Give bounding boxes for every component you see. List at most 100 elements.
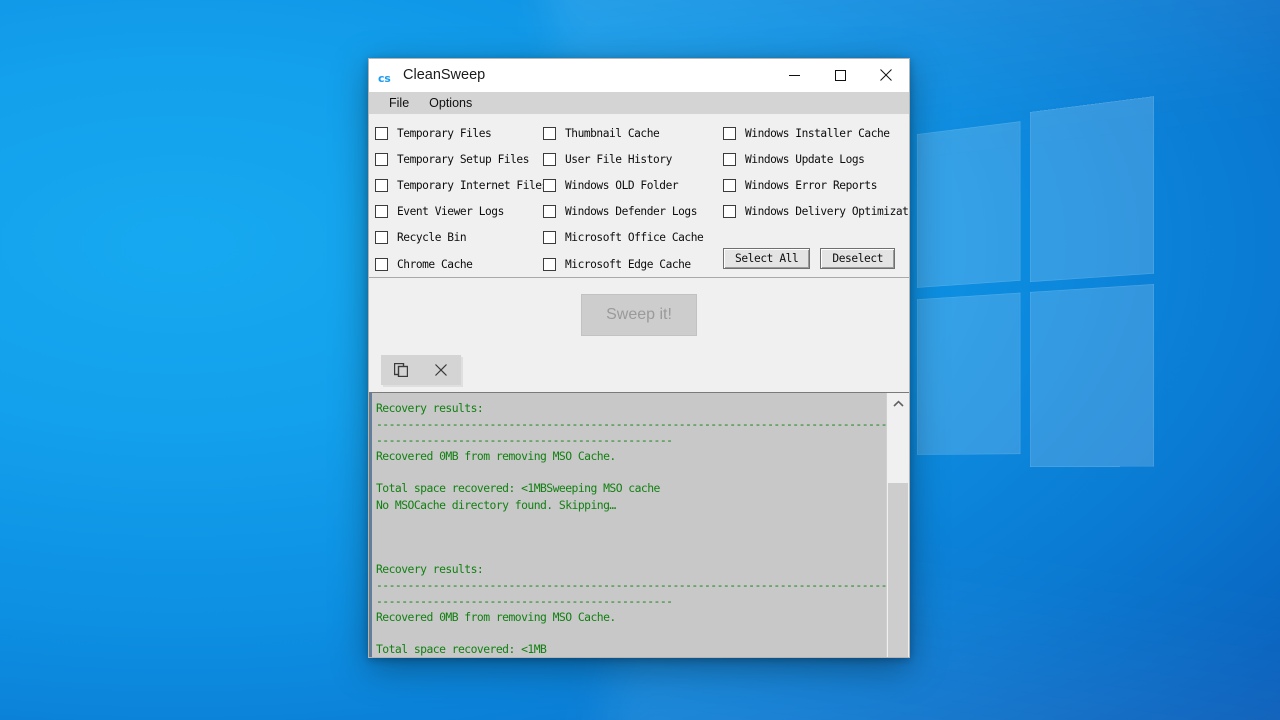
log-line: Recovery results: [376, 401, 484, 415]
scrollbar-track[interactable] [887, 415, 909, 657]
checkbox[interactable] [543, 126, 556, 140]
logo-pane [916, 121, 1021, 288]
option-label: Temporary Setup Files [397, 152, 529, 166]
logo-pane [1030, 284, 1154, 468]
option-windows-old-folder[interactable]: Windows OLD Folder [543, 172, 717, 198]
checkbox[interactable] [543, 178, 556, 192]
option-label: User File History [565, 152, 672, 166]
option-label: Windows Installer Cache [745, 126, 890, 140]
log-line: No MSOCache directory found. Skipping… [376, 497, 616, 512]
log-toolbar [381, 355, 461, 385]
scrollbar-thumb[interactable] [888, 483, 908, 657]
log-output[interactable]: Recovery results: ----------------------… [370, 393, 886, 657]
copy-log-button[interactable] [381, 355, 421, 385]
option-microsoft-edge-cache[interactable]: Microsoft Edge Cache [543, 251, 717, 277]
clear-log-button[interactable] [421, 355, 461, 385]
checkbox[interactable] [543, 231, 556, 245]
option-label: Microsoft Edge Cache [565, 257, 691, 271]
option-user-file-history[interactable]: User File History [543, 146, 717, 172]
option-thumbnail-cache[interactable]: Thumbnail Cache [543, 120, 717, 146]
log-line: Recovered 0MB from removing MSO Cache. [376, 610, 616, 625]
log-line: ----------------------------------------… [376, 594, 673, 609]
log-line: ----------------------------------------… [376, 578, 886, 593]
option-label: Temporary Files [397, 126, 492, 140]
checkbox[interactable] [723, 205, 736, 219]
options-column-3: Windows Installer Cache Windows Update L… [723, 120, 909, 225]
logo-pane [916, 292, 1021, 455]
menu-item-options[interactable]: Options [419, 94, 482, 112]
checkbox[interactable] [375, 152, 388, 166]
selection-buttons: Select All Deselect [723, 248, 896, 269]
copy-icon [394, 363, 408, 377]
scrollbar-up-button[interactable] [887, 393, 909, 415]
option-windows-error-reports[interactable]: Windows Error Reports [723, 172, 909, 198]
option-label: Windows OLD Folder [565, 178, 679, 192]
cleansweep-window: cs CleanSweep File Options Temporary Fil… [368, 58, 910, 658]
option-windows-installer-cache[interactable]: Windows Installer Cache [723, 120, 909, 146]
menu-bar: File Options [369, 92, 909, 114]
option-label: Windows Update Logs [745, 152, 865, 166]
title-bar[interactable]: cs CleanSweep [369, 59, 909, 92]
deselect-button[interactable]: Deselect [820, 248, 896, 269]
menu-item-file[interactable]: File [379, 94, 419, 112]
sweep-panel: Sweep it! [369, 278, 909, 352]
checkbox[interactable] [723, 178, 736, 192]
log-toolbar-row [369, 352, 909, 392]
log-line: Recovery results: [376, 561, 484, 576]
option-label: Windows Error Reports [745, 178, 877, 192]
option-label: Recycle Bin [397, 231, 467, 245]
log-line: ----------------------------------------… [376, 417, 886, 432]
window-title: CleanSweep [403, 67, 486, 83]
close-icon [435, 364, 447, 376]
checkbox[interactable] [543, 257, 556, 271]
option-label: Chrome Cache [397, 257, 473, 271]
checkbox[interactable] [543, 205, 556, 219]
option-temporary-setup-files[interactable]: Temporary Setup Files [375, 146, 543, 172]
checkbox[interactable] [543, 152, 556, 166]
option-windows-delivery-optimization[interactable]: Windows Delivery Optimization [723, 199, 909, 225]
option-label: Thumbnail Cache [565, 126, 660, 140]
option-recycle-bin[interactable]: Recycle Bin [375, 225, 543, 251]
option-temporary-files[interactable]: Temporary Files [375, 120, 543, 146]
option-label: Windows Defender Logs [565, 205, 697, 219]
checkbox[interactable] [375, 178, 388, 192]
option-windows-defender-logs[interactable]: Windows Defender Logs [543, 199, 717, 225]
checkbox[interactable] [375, 231, 388, 245]
checkbox[interactable] [723, 152, 736, 166]
checkbox[interactable] [375, 205, 388, 219]
options-column-2: Thumbnail Cache User File History Window… [543, 120, 717, 277]
checkbox[interactable] [375, 257, 388, 271]
option-label: Temporary Internet Files [397, 178, 548, 192]
desktop: cs CleanSweep File Options Temporary Fil… [0, 0, 1280, 720]
close-icon [880, 69, 892, 81]
maximize-button[interactable] [817, 59, 863, 91]
minimize-button[interactable] [771, 59, 817, 91]
options-column-1: Temporary Files Temporary Setup Files Te… [375, 120, 548, 277]
logo-pane [1030, 96, 1154, 283]
option-chrome-cache[interactable]: Chrome Cache [375, 251, 543, 277]
checkbox[interactable] [723, 126, 736, 140]
option-label: Microsoft Office Cache [565, 231, 704, 245]
close-button[interactable] [863, 59, 909, 91]
option-label: Windows Delivery Optimization [745, 205, 910, 219]
checkbox[interactable] [375, 126, 388, 140]
log-scrollbar[interactable] [886, 393, 909, 657]
minimize-icon [788, 74, 800, 76]
cs-app-icon: cs [378, 67, 394, 85]
select-all-button[interactable]: Select All [723, 248, 811, 269]
log-line: Total space recovered: <1MB [376, 642, 547, 657]
app-icon-text: cs [378, 72, 391, 85]
log-area: Recovery results: ----------------------… [369, 392, 909, 657]
maximize-icon [834, 69, 846, 81]
option-temporary-internet-files[interactable]: Temporary Internet Files [375, 172, 548, 198]
sweep-it-button[interactable]: Sweep it! [581, 294, 697, 336]
option-event-viewer-logs[interactable]: Event Viewer Logs [375, 199, 543, 225]
option-microsoft-office-cache[interactable]: Microsoft Office Cache [543, 225, 717, 251]
option-windows-update-logs[interactable]: Windows Update Logs [723, 146, 909, 172]
log-line: Recovered 0MB from removing MSO Cache. [376, 449, 616, 464]
